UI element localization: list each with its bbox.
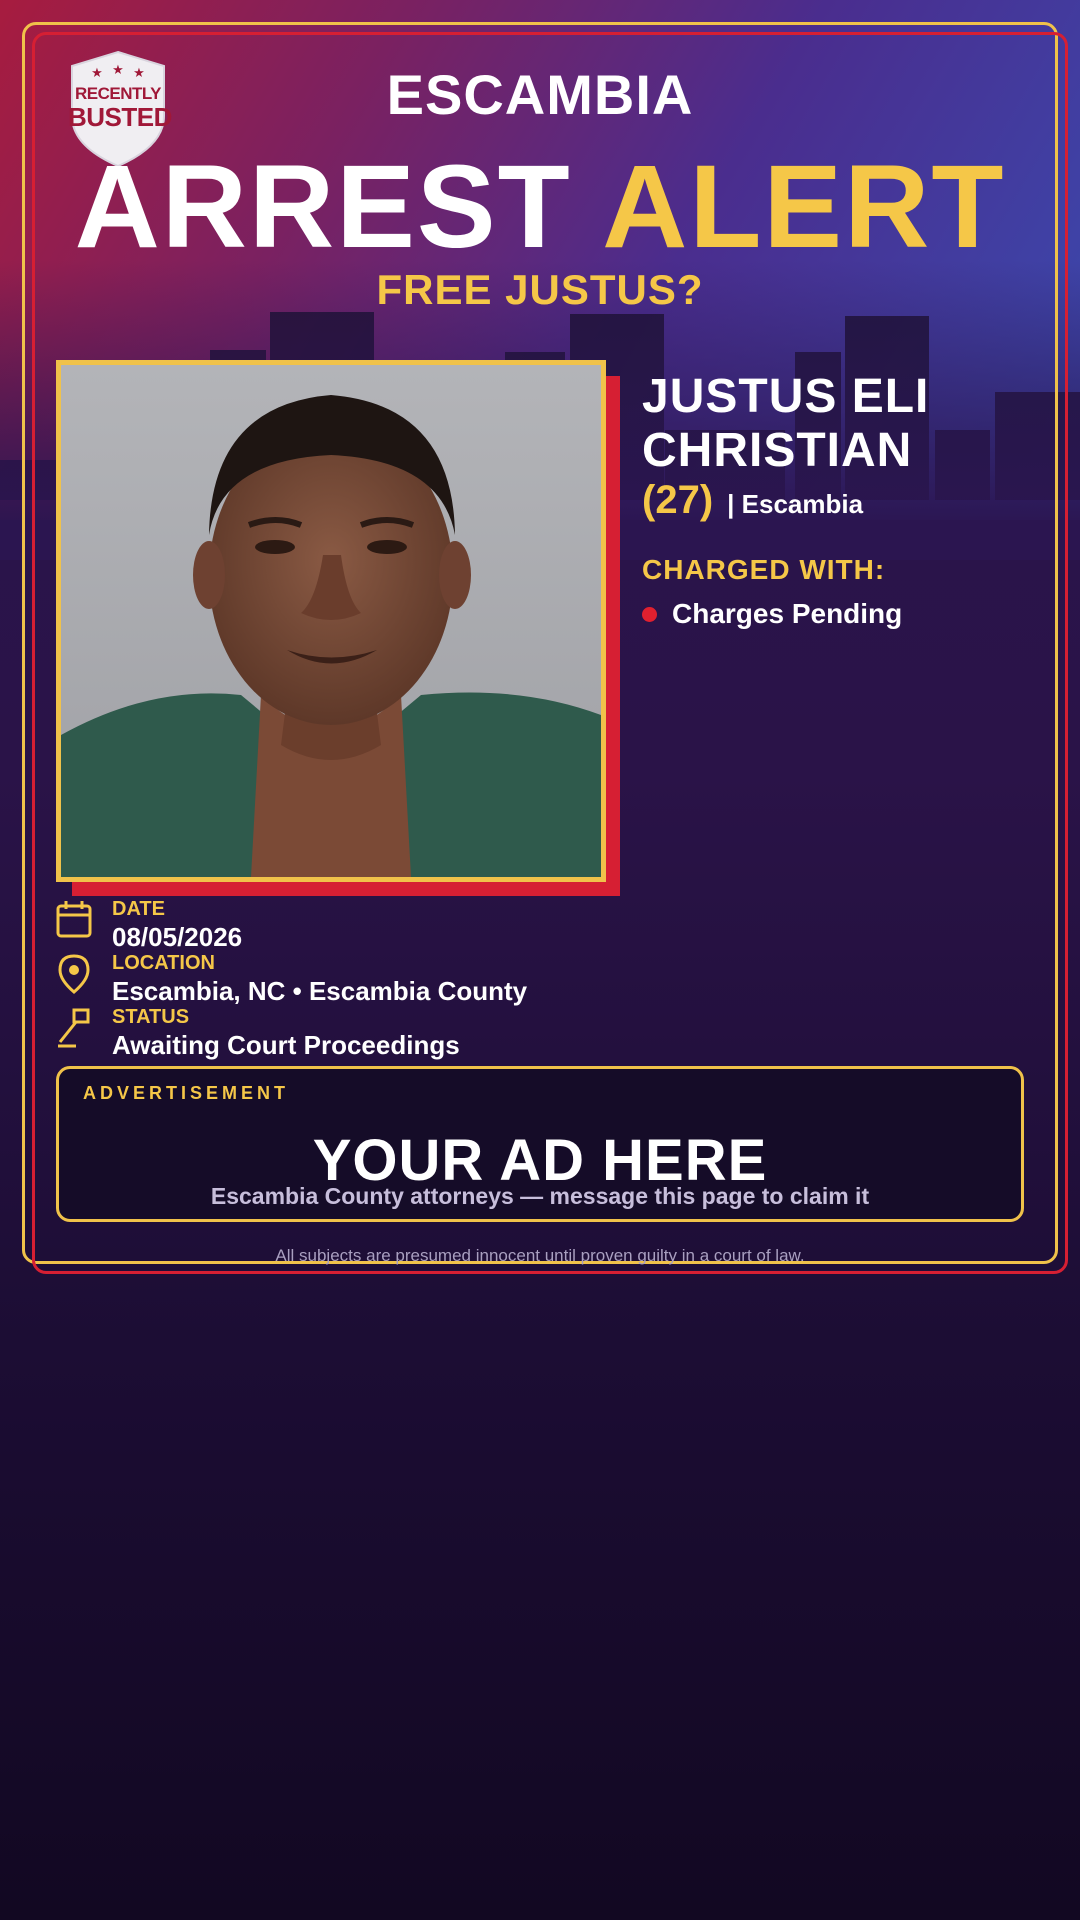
subject-age: (27) <box>642 478 714 522</box>
county-title: ESCAMBIA <box>386 63 694 126</box>
location-pin-icon <box>56 954 92 994</box>
mugshot-photo <box>56 360 606 882</box>
name-line2: CHRISTIAN <box>642 424 913 477</box>
gavel-icon <box>56 1008 92 1048</box>
disclaimer-text: All subjects are presumed innocent until… <box>275 1246 805 1265</box>
status-value: Awaiting Court Proceedings <box>112 1030 460 1060</box>
subject-name: JUSTUS ELI CHRISTIAN <box>642 370 1042 478</box>
ad-label: ADVERTISEMENT <box>83 1083 290 1103</box>
status-label: STATUS <box>112 1006 190 1028</box>
calendar-icon <box>56 900 92 940</box>
name-line1: JUSTUS ELI <box>642 370 930 423</box>
subject-location: | Escambia <box>727 489 864 519</box>
title-alert: ALERT <box>602 141 1006 273</box>
advertisement-box[interactable]: ADVERTISEMENT YOUR AD HERE Escambia Coun… <box>56 1066 1024 1222</box>
location-value: Escambia, NC • Escambia County <box>112 976 528 1006</box>
date-value: 08/05/2026 <box>112 922 243 952</box>
mugshot-illustration <box>61 365 601 877</box>
ad-subtitle: Escambia County attorneys — message this… <box>210 1183 870 1209</box>
title-arrest: ARREST <box>74 141 572 273</box>
charged-with-label: CHARGED WITH: <box>642 554 886 585</box>
bullet-icon <box>642 606 657 622</box>
free-subtitle: FREE JUSTUS? <box>376 266 704 313</box>
charge-item: Charges Pending <box>642 598 902 630</box>
age-location-row: (27) | Escambia <box>642 478 863 523</box>
date-label: DATE <box>112 898 165 920</box>
arrest-alert-title: ARREST ALERT <box>0 148 1080 266</box>
location-label: LOCATION <box>112 952 215 974</box>
charge-text: Charges Pending <box>672 598 903 629</box>
